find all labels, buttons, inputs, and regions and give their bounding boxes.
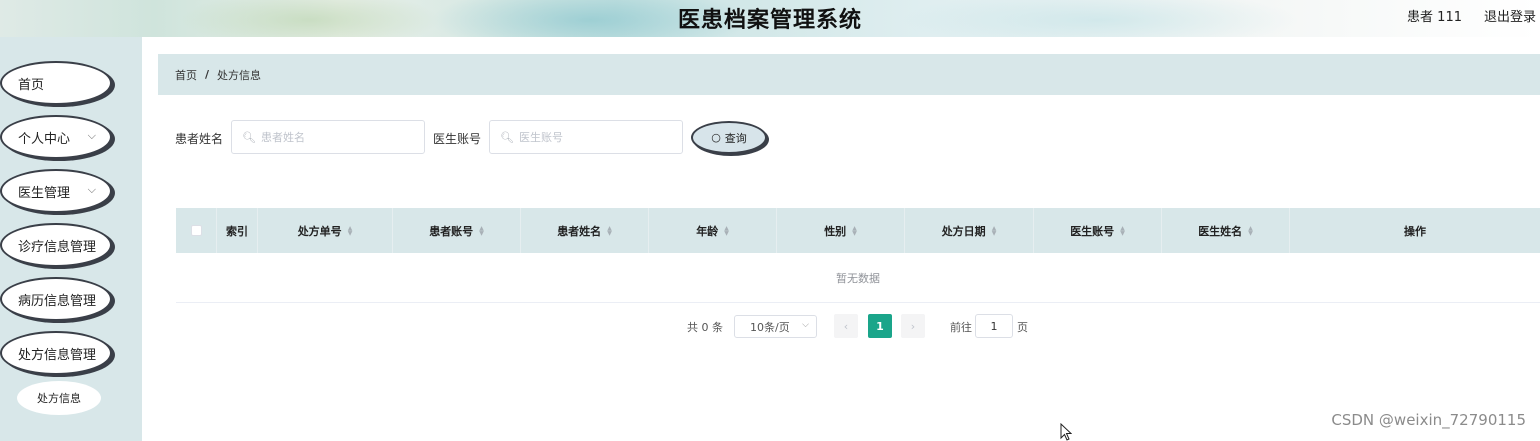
sidebar-item-doctor-management[interactable]: 医生管理 ⌵ — [0, 169, 112, 213]
table-empty-row: 暂无数据 — [176, 254, 1540, 303]
search-icon: 🔍︎ — [242, 130, 256, 144]
column-header-prescription-date[interactable]: 处方日期 ▲ ▼ — [905, 208, 1034, 253]
page-number-label: 1 — [876, 319, 884, 333]
sort-icon[interactable]: ▲ ▼ — [1248, 225, 1253, 236]
column-header-doctor-name[interactable]: 医生姓名 ▲ ▼ — [1162, 208, 1290, 253]
column-header-actions: 操作 — [1290, 208, 1540, 253]
chevron-down-icon: ⌵ — [802, 320, 809, 330]
column-header-gender[interactable]: 性别 ▲ ▼ — [777, 208, 905, 253]
column-header-age[interactable]: 年龄 ▲ ▼ — [649, 208, 777, 253]
column-header-patient-name[interactable]: 患者姓名 ▲ ▼ — [521, 208, 649, 253]
doctor-account-search-box: 🔍︎ — [489, 120, 683, 154]
chevron-down-icon: ⌵ — [87, 129, 96, 142]
patient-name-input[interactable] — [260, 130, 411, 144]
doctor-account-input[interactable] — [518, 130, 669, 144]
query-button[interactable]: ○ 查询 — [691, 121, 767, 154]
submenu-item-prescription-info[interactable]: 处方信息 — [17, 381, 101, 415]
prev-page-button[interactable]: ‹ — [834, 314, 858, 338]
column-label: 医生账号 — [1070, 224, 1115, 238]
search-icon: ○ — [711, 131, 721, 144]
select-all-cell — [176, 208, 217, 253]
breadcrumb-home[interactable]: 首页 — [175, 67, 197, 83]
patient-name-label: 患者姓名 — [175, 132, 224, 146]
patient-name-search-box: 🔍︎ — [231, 120, 425, 154]
goto-suffix: 页 — [1017, 321, 1028, 334]
search-icon: 🔍︎ — [500, 130, 514, 144]
sidebar-item-label: 诊疗信息管理 — [18, 239, 97, 255]
column-label: 患者账号 — [429, 224, 474, 238]
sort-icon[interactable]: ▲ ▼ — [348, 225, 353, 236]
submenu-item-label: 处方信息 — [37, 392, 81, 405]
sidebar-item-prescription-management[interactable]: 处方信息管理 — [0, 331, 112, 375]
column-header-patient-account[interactable]: 患者账号 ▲ ▼ — [393, 208, 521, 253]
sort-icon[interactable]: ▲ ▼ — [724, 225, 729, 236]
chevron-down-icon: ⌵ — [87, 183, 96, 196]
sidebar-item-label: 医生管理 — [18, 185, 71, 201]
app-header: 医患档案管理系统 患者 111 退出登录 — [0, 0, 1540, 37]
sort-icon[interactable]: ▲ ▼ — [992, 225, 997, 236]
column-label: 患者姓名 — [557, 224, 602, 238]
current-user: 患者 111 — [1407, 10, 1462, 25]
goto-page-input[interactable] — [975, 314, 1013, 338]
column-label: 性别 — [824, 224, 847, 238]
sort-icon[interactable]: ▲ ▼ — [852, 225, 857, 236]
column-header-index: 索引 — [217, 208, 258, 253]
app-title: 医患档案管理系统 — [677, 8, 862, 33]
breadcrumb: 首页 / 处方信息 — [158, 54, 1540, 95]
sidebar-item-personal-center[interactable]: 个人中心 ⌵ — [0, 115, 112, 159]
column-header-prescription-no[interactable]: 处方单号 ▲ ▼ — [258, 208, 393, 253]
chevron-right-icon: › — [910, 319, 916, 333]
sidebar-item-label: 处方信息管理 — [18, 347, 97, 363]
select-all-checkbox[interactable] — [190, 225, 202, 236]
breadcrumb-separator: / — [205, 68, 210, 81]
page-size-select[interactable]: 10条/页 ⌵ — [734, 315, 817, 338]
page-number-button[interactable]: 1 — [868, 314, 892, 338]
sort-icon[interactable]: ▲ ▼ — [1120, 225, 1125, 236]
sidebar-item-medical-record-management[interactable]: 病历信息管理 — [0, 277, 112, 321]
column-header-doctor-account[interactable]: 医生账号 ▲ ▼ — [1034, 208, 1162, 253]
column-label: 索引 — [226, 224, 248, 238]
sidebar-item-label: 病历信息管理 — [18, 293, 97, 309]
sidebar-item-label: 首页 — [18, 77, 45, 93]
mouse-cursor-icon — [1060, 423, 1072, 441]
sidebar-item-diagnosis-management[interactable]: 诊疗信息管理 — [0, 223, 112, 267]
logout-link[interactable]: 退出登录 — [1484, 6, 1536, 25]
sort-icon[interactable]: ▲ ▼ — [607, 225, 612, 236]
column-label: 处方日期 — [941, 224, 986, 238]
empty-text: 暂无数据 — [836, 272, 880, 285]
column-label: 医生姓名 — [1198, 224, 1243, 238]
doctor-account-label: 医生账号 — [433, 132, 482, 146]
sidebar: 首页 个人中心 ⌵ 医生管理 ⌵ 诊疗信息管理 病历信息管理 处方信息管理 处方… — [0, 37, 142, 441]
sort-icon[interactable]: ▲ ▼ — [479, 225, 484, 236]
query-button-label: 查询 — [724, 131, 747, 145]
column-label: 操作 — [1404, 224, 1426, 238]
sidebar-item-label: 个人中心 — [18, 131, 71, 147]
pagination-total: 共 0 条 — [687, 321, 723, 334]
column-label: 年龄 — [696, 224, 719, 238]
chevron-left-icon: ‹ — [843, 319, 849, 333]
watermark: CSDN @weixin_72790115 — [1331, 411, 1526, 429]
next-page-button[interactable]: › — [901, 314, 925, 338]
table-header: 索引 处方单号 ▲ ▼ 患者账号 ▲ ▼ 患者姓名 ▲ ▼ 年龄 ▲ ▼ 性别 ▲ ▼ 处… — [176, 208, 1540, 253]
column-label: 处方单号 — [297, 224, 342, 238]
page-size-value: 10条/页 — [750, 320, 790, 334]
goto-prefix: 前往 — [950, 321, 972, 334]
breadcrumb-current: 处方信息 — [217, 68, 262, 82]
sidebar-item-home[interactable]: 首页 — [0, 61, 112, 105]
